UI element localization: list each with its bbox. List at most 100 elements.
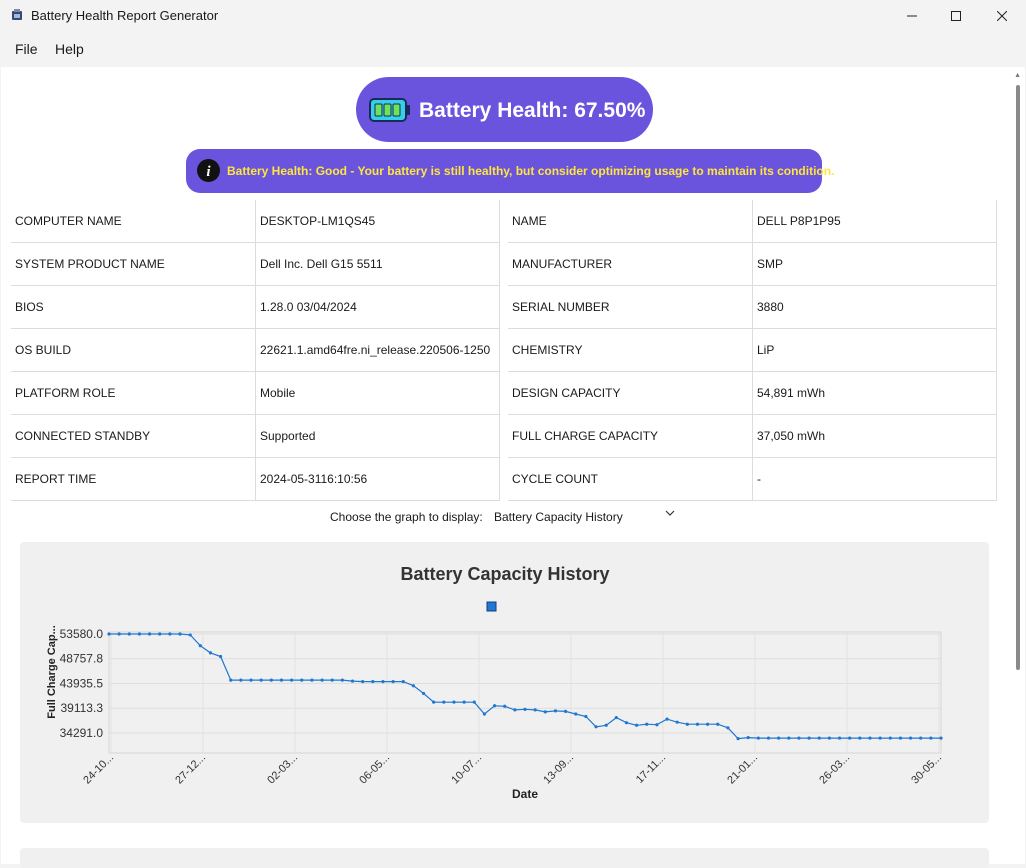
x-tick-label: 06-05... <box>357 752 392 787</box>
row-value: 54,891 mWh <box>752 371 997 415</box>
data-point <box>706 722 710 726</box>
x-axis-label: Date <box>512 787 538 801</box>
data-point <box>746 735 750 740</box>
main-content: ▲ Battery Health: 67.50% i Battery Healt… <box>1 67 1025 868</box>
row-label: OS BUILD <box>11 328 256 372</box>
close-icon <box>997 10 1007 21</box>
info-icon: i <box>197 159 220 182</box>
row-value: - <box>752 457 997 501</box>
menu-file[interactable]: File <box>15 41 38 57</box>
data-point <box>452 700 456 704</box>
data-point <box>553 709 558 713</box>
maximize-button[interactable] <box>933 0 979 31</box>
data-point <box>300 678 304 682</box>
data-point <box>290 678 294 682</box>
data-point <box>888 736 892 740</box>
data-point <box>908 736 913 740</box>
close-button[interactable] <box>979 0 1025 31</box>
row-label: PLATFORM ROLE <box>11 371 256 415</box>
table-row: MANUFACTURER SMP <box>508 242 997 286</box>
menu-help[interactable]: Help <box>55 41 84 57</box>
chevron-down-icon[interactable] <box>664 507 676 519</box>
data-point <box>158 632 162 636</box>
row-label: NAME <box>508 200 753 243</box>
x-tick-label: 24-10... <box>81 752 116 787</box>
secondary-panel <box>20 848 989 868</box>
scroll-thumb[interactable] <box>1016 85 1020 670</box>
data-point <box>817 736 821 740</box>
table-row: REPORT TIME 2024-05-3116:10:56 <box>11 457 500 501</box>
data-point <box>919 736 923 740</box>
title-bar: Battery Health Report Generator <box>0 0 1026 31</box>
data-point <box>533 708 537 712</box>
data-point <box>198 644 202 648</box>
menu-bar: File Help <box>0 31 1026 67</box>
table-row: OS BUILD 22621.1.amd64fre.ni_release.2205… <box>11 328 500 372</box>
data-point <box>330 678 334 682</box>
row-label: DESIGN CAPACITY <box>508 371 753 415</box>
row-value: DELL P8P1P95 <box>752 200 997 243</box>
table-row: CYCLE COUNT - <box>508 457 997 501</box>
data-point <box>381 680 385 684</box>
data-point <box>259 678 263 682</box>
table-row: FULL CHARGE CAPACITY 37,050 mWh <box>508 414 997 458</box>
row-value: SMP <box>752 242 997 286</box>
data-point <box>391 680 395 684</box>
data-point <box>858 736 862 740</box>
data-point <box>868 736 872 740</box>
data-point <box>523 707 527 711</box>
data-point <box>249 678 253 682</box>
data-point <box>574 712 578 716</box>
row-value: 1.28.0 03/04/2024 <box>255 285 500 329</box>
data-point <box>929 736 933 740</box>
data-point <box>371 680 375 684</box>
data-point <box>726 726 730 730</box>
data-point <box>482 712 487 716</box>
row-value: 3880 <box>752 285 997 329</box>
window-title: Battery Health Report Generator <box>31 8 219 23</box>
data-point <box>421 691 426 696</box>
row-value: 37,050 mWh <box>752 414 997 458</box>
data-point <box>472 700 476 704</box>
data-point <box>797 736 801 740</box>
minimize-button[interactable] <box>889 0 935 31</box>
data-point <box>624 721 629 725</box>
data-point <box>239 678 243 682</box>
table-row: SERIAL NUMBER 3880 <box>508 285 997 329</box>
data-point <box>269 678 273 682</box>
chart-title: Battery Capacity History <box>400 564 609 584</box>
table-row: CONNECTED STANDBY Supported <box>11 414 500 458</box>
graph-selector-dropdown[interactable]: Battery Capacity History <box>494 510 623 524</box>
data-point <box>168 632 172 636</box>
row-label: CONNECTED STANDBY <box>11 414 256 458</box>
data-point <box>188 633 192 637</box>
data-point <box>756 736 760 740</box>
legend-marker <box>486 601 497 612</box>
system-info-table: COMPUTER NAME DESKTOP-LM1QS45 SYSTEM PRODU… <box>11 200 500 501</box>
data-point <box>147 632 152 636</box>
data-point <box>411 684 415 688</box>
vertical-scrollbar[interactable]: ▲ <box>1009 67 1025 864</box>
data-point <box>584 714 588 719</box>
data-point <box>604 723 608 727</box>
y-tick-label: 34291.0 <box>60 726 104 740</box>
table-row: BIOS 1.28.0 03/04/2024 <box>11 285 500 329</box>
row-label: SERIAL NUMBER <box>508 285 753 329</box>
maximize-icon <box>951 10 961 21</box>
table-row: NAME DELL P8P1P95 <box>508 200 997 243</box>
y-tick-label: 39113.3 <box>61 701 104 715</box>
table-row: COMPUTER NAME DESKTOP-LM1QS45 <box>11 200 500 243</box>
row-value: LiP <box>752 328 997 372</box>
graph-selector-label: Choose the graph to display: <box>330 510 483 524</box>
row-label: COMPUTER NAME <box>11 200 256 243</box>
data-point <box>837 736 842 740</box>
data-point <box>107 632 111 636</box>
data-point <box>695 722 700 726</box>
data-point <box>178 632 182 636</box>
data-point <box>350 679 355 683</box>
scroll-up-icon[interactable]: ▲ <box>1014 72 1021 79</box>
data-point <box>442 700 446 704</box>
health-message-banner: i Battery Health: Good - Your battery is… <box>186 149 834 193</box>
x-tick-label: 27-12... <box>173 752 208 787</box>
y-axis-label: Full Charge Cap... <box>46 625 58 719</box>
